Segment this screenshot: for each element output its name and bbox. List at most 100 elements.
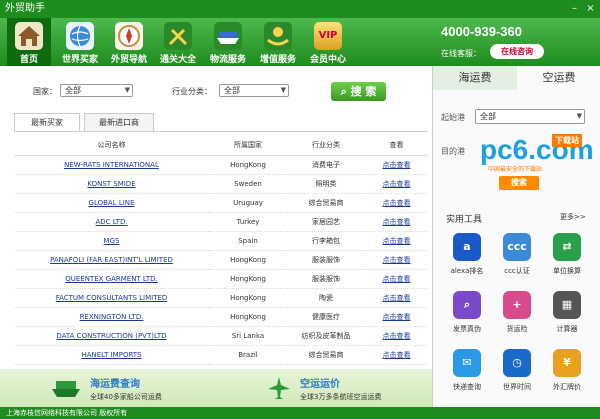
country-cell: Spain xyxy=(209,231,287,251)
chevron-down-icon: ▼ xyxy=(576,112,582,120)
banner-subtitle: 全球40多家船公司运费 xyxy=(90,393,162,401)
currency-icon: ¥ xyxy=(553,349,581,377)
sea-freight-banner[interactable]: 海运费查询 全球40多家船公司运费 xyxy=(0,369,218,407)
view-link[interactable]: 点击查看 xyxy=(365,250,428,270)
nav-label: 会员中心 xyxy=(309,55,346,65)
company-name[interactable]: QUEENTEX GARMENT LTD. xyxy=(14,269,209,289)
company-name[interactable]: HANELT IMPORTS xyxy=(14,345,209,365)
company-name[interactable]: MGS xyxy=(14,231,209,251)
company-name[interactable]: PANAFOLI (FAR EAST)INT'L LIMITED xyxy=(14,250,209,270)
globe-icon xyxy=(66,22,94,50)
banner-title: 海运费查询 xyxy=(90,379,140,390)
table-row: QUEENTEX GARMENT LTD. HongKong 服装服饰 点击查看 xyxy=(14,269,428,289)
nav-logistics[interactable]: 物流服务 xyxy=(205,18,251,66)
country-select[interactable]: 全部 ▼ xyxy=(60,84,133,97)
online-service-label: 在线客服： xyxy=(441,49,481,58)
tab-air-freight[interactable]: 空运费 xyxy=(517,66,600,90)
search-button[interactable]: ⌕ 搜 索 xyxy=(331,82,386,101)
tool-label: 货运险 xyxy=(506,325,528,333)
dest-port-label: 目的港 xyxy=(441,147,465,156)
nav-value-added[interactable]: 增值服务 xyxy=(255,18,301,66)
industry-select[interactable]: 全部 ▼ xyxy=(219,84,289,97)
nav-label: 物流服务 xyxy=(209,55,246,65)
industry-cell: 综合贸易商 xyxy=(287,193,365,213)
nav-customs-guide[interactable]: 通关大全 xyxy=(155,18,201,66)
industry-cell: 纺织及皮革制品 xyxy=(287,326,365,346)
view-link[interactable]: 点击查看 xyxy=(365,288,428,308)
country-cell: Sweden xyxy=(209,174,287,194)
banner-title: 空运运价 xyxy=(300,379,340,390)
view-link[interactable]: 点击查看 xyxy=(365,269,428,289)
tab-latest-importers[interactable]: 最新进口商 xyxy=(84,113,154,131)
industry-label: 行业分类： xyxy=(172,87,212,96)
tool-alexa[interactable]: a alexa排名 xyxy=(444,233,490,287)
view-link[interactable]: 点击查看 xyxy=(365,231,428,251)
tool-label: 外汇牌价 xyxy=(553,383,581,391)
freight-search-button[interactable]: 搜索 xyxy=(499,176,539,190)
tool-express[interactable]: ✉ 快递查询 xyxy=(444,349,490,403)
search-icon: ⌕ xyxy=(340,85,347,98)
industry-cell: 照明类 xyxy=(287,174,365,194)
tool-ccc[interactable]: ccc ccc认证 xyxy=(494,233,540,287)
tab-sea-freight[interactable]: 海运费 xyxy=(433,66,517,90)
more-tools-link[interactable]: 更多>> xyxy=(560,212,586,222)
company-name[interactable]: FACTUM CONSULTANTS LIMITED xyxy=(14,288,209,308)
view-link[interactable]: 点击查看 xyxy=(365,307,428,327)
minimize-button[interactable]: – xyxy=(568,2,581,15)
hands-icon xyxy=(264,22,292,50)
ship-icon xyxy=(214,22,242,50)
view-link[interactable]: 点击查看 xyxy=(365,326,428,346)
nav-member-center[interactable]: VIP 会员中心 xyxy=(305,18,351,66)
industry-cell: 消费电子 xyxy=(287,155,365,175)
company-name[interactable]: GLOBAL LINE xyxy=(14,193,209,213)
search-button-label: 搜 索 xyxy=(350,85,377,98)
tool-convert[interactable]: ⇄ 单位换算 xyxy=(544,233,590,287)
column-header: 查看 xyxy=(365,136,428,156)
tool-label: 世界时间 xyxy=(503,383,531,391)
country-cell: HongKong xyxy=(209,155,287,175)
banner-subtitle: 全球3万多条航班空运运费 xyxy=(300,393,382,401)
tool-calculator[interactable]: ▦ 计算器 xyxy=(544,291,590,345)
company-name[interactable]: DATA CONSTRUCTION (PVT)LTD xyxy=(14,326,209,346)
view-link[interactable]: 点击查看 xyxy=(365,174,428,194)
magnifier-icon: ⌕ xyxy=(453,291,481,319)
table-row: KONST SMIDE Sweden 照明类 点击查看 xyxy=(14,174,428,194)
country-cell: Sri Lanka xyxy=(209,326,287,346)
main-content: 国家： 全部 ▼ 行业分类： 全部 ▼ ⌕ 搜 索 最新买家 最新进口商 公司名称 … xyxy=(0,66,432,369)
compass-icon xyxy=(115,22,143,50)
tool-currency[interactable]: ¥ 外汇牌价 xyxy=(544,349,590,403)
table-row: MGS Spain 行李箱包 点击查看 xyxy=(14,231,428,251)
air-freight-banner[interactable]: 空运运价 全球3万多条航班空运运费 xyxy=(218,369,432,407)
top-nav-bar: 首页 世界买家 外贸导航 通关大全 物流服务 增值服务 VIP 会员中心 400… xyxy=(0,18,600,66)
nav-home[interactable]: 首页 xyxy=(7,18,51,66)
company-name[interactable]: REXNINGTON LTD. xyxy=(14,307,209,327)
company-name[interactable]: ADC LTD. xyxy=(14,212,209,232)
online-consult-button[interactable]: 在线咨询 xyxy=(490,44,544,59)
close-button[interactable]: × xyxy=(584,2,597,15)
convert-icon: ⇄ xyxy=(553,233,581,261)
view-link[interactable]: 点击查看 xyxy=(365,212,428,232)
table-row: PANAFOLI (FAR EAST)INT'L LIMITED HongKong… xyxy=(14,250,428,270)
calculator-icon: ▦ xyxy=(553,291,581,319)
company-name[interactable]: KONST SMIDE xyxy=(14,174,209,194)
tool-insurance[interactable]: + 货运险 xyxy=(494,291,540,345)
view-link[interactable]: 点击查看 xyxy=(365,345,428,365)
table-header-row: 公司名称 所属国家 行业分类 查看 xyxy=(14,136,428,156)
country-cell: Uruguay xyxy=(209,193,287,213)
company-name[interactable]: NEW-RATS INTERNATIONAL xyxy=(14,155,209,175)
nav-trade-navigation[interactable]: 外贸导航 xyxy=(106,18,152,66)
view-link[interactable]: 点击查看 xyxy=(365,155,428,175)
industry-cell: 服装服饰 xyxy=(287,269,365,289)
tool-label: 计算器 xyxy=(556,325,578,333)
nav-world-buyers[interactable]: 世界买家 xyxy=(57,18,103,66)
industry-select-value: 全部 xyxy=(224,86,240,95)
industry-cell: 行李箱包 xyxy=(287,231,365,251)
tool-magnifier[interactable]: ⌕ 发票真伪 xyxy=(444,291,490,345)
table-row: NEW-RATS INTERNATIONAL HongKong 消费电子 点击查看 xyxy=(14,155,428,175)
tool-clock[interactable]: ◷ 世界时间 xyxy=(494,349,540,403)
tab-latest-buyers[interactable]: 最新买家 xyxy=(14,113,80,132)
view-link[interactable]: 点击查看 xyxy=(365,193,428,213)
start-port-select[interactable]: 全部 ▼ xyxy=(475,109,585,124)
country-cell: Brazil xyxy=(209,345,287,365)
column-header: 所属国家 xyxy=(209,136,287,156)
